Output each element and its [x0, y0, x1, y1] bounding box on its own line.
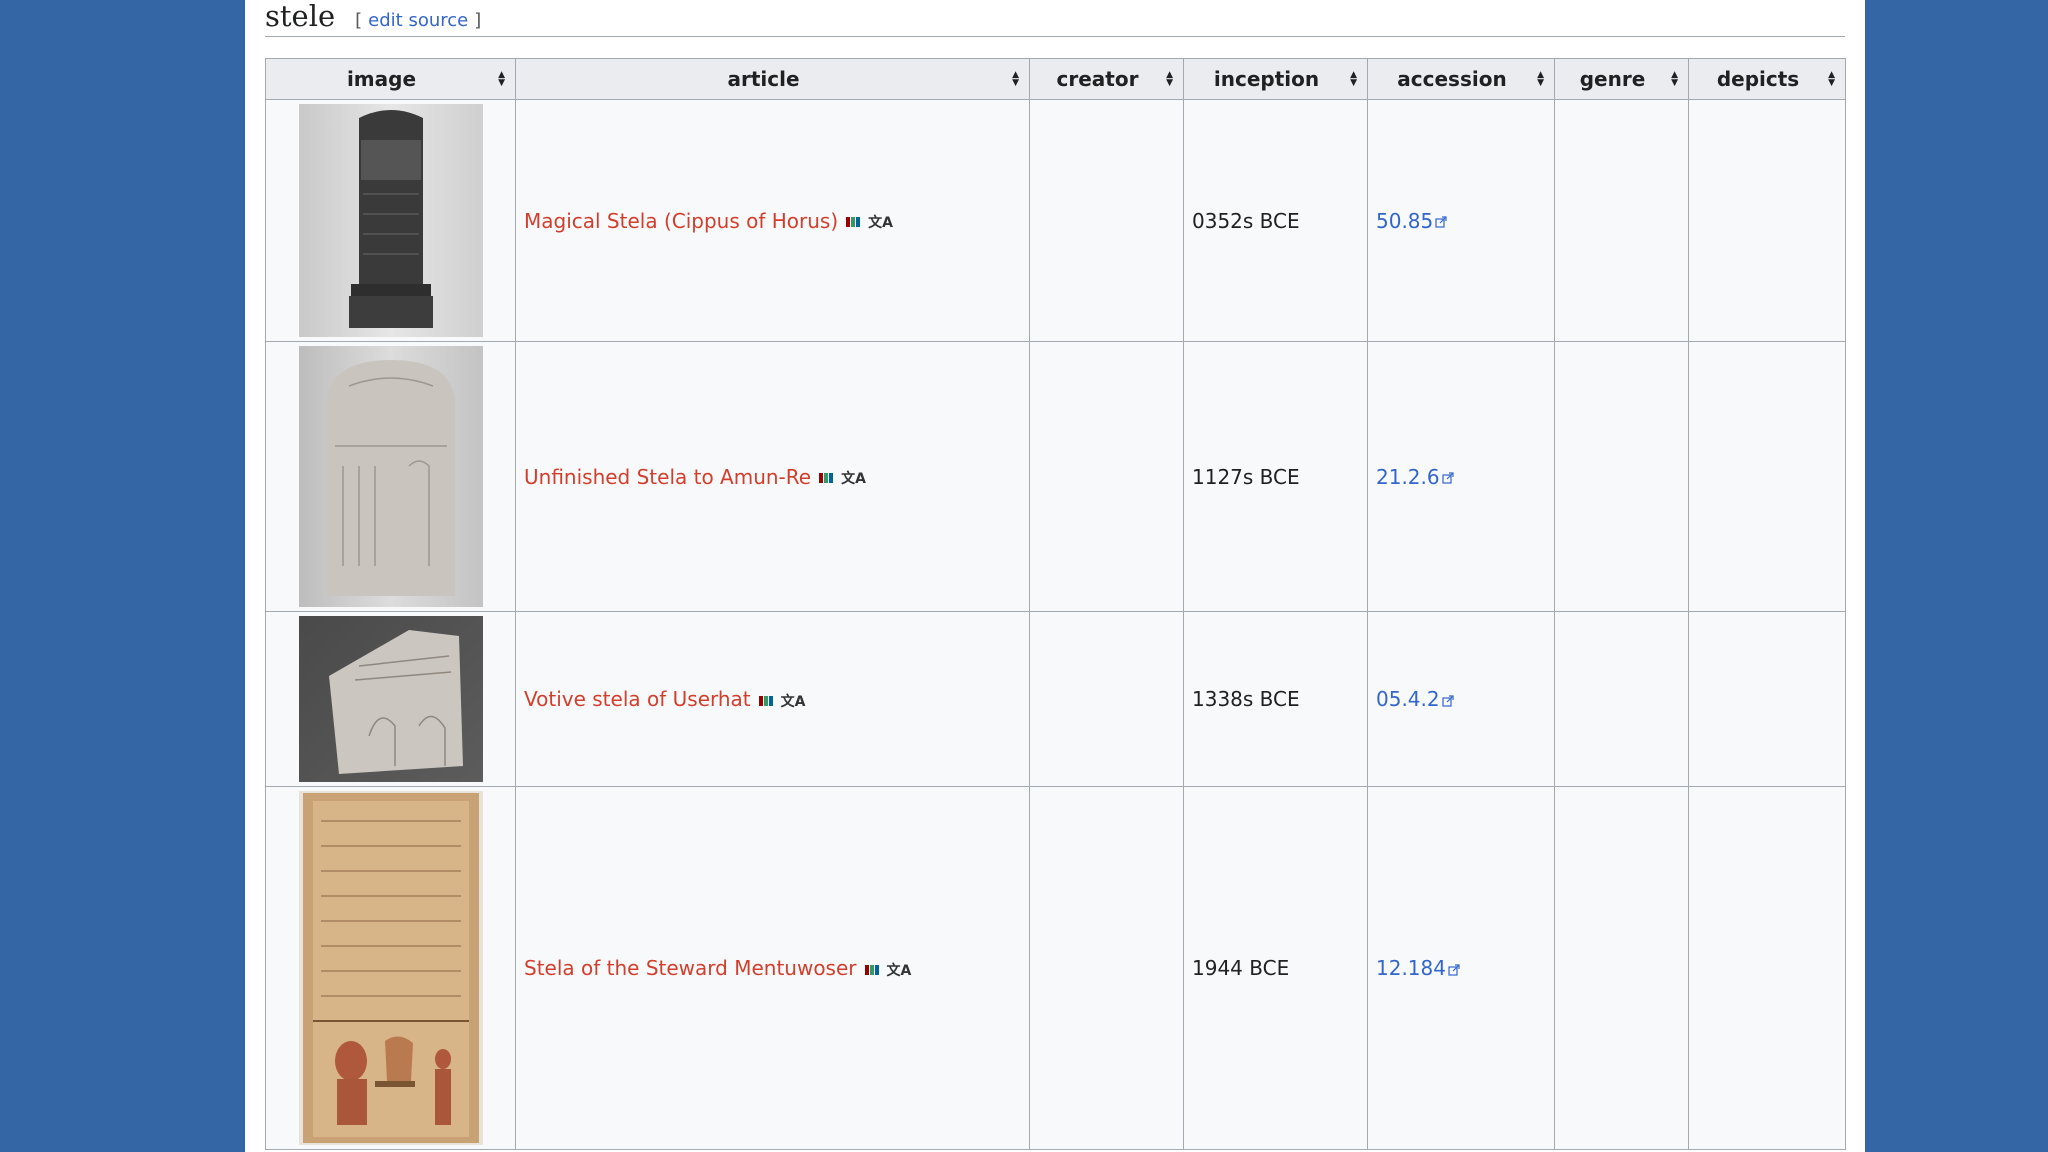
translate-icon[interactable]: 文A [841, 468, 866, 488]
depicts-cell [1688, 341, 1846, 612]
creator-cell [1029, 99, 1184, 342]
inception-cell: 1127s BCE [1183, 341, 1368, 612]
creator-cell [1029, 786, 1184, 1150]
genre-cell [1554, 786, 1689, 1150]
cippus-image-icon [348, 110, 433, 328]
accession-cell: 21.2.6 [1367, 341, 1555, 612]
creator-cell [1029, 611, 1184, 787]
article-link[interactable]: Votive stela of Userhat [524, 687, 751, 711]
accession-link[interactable]: 12.184 [1376, 956, 1446, 980]
translate-icon[interactable]: 文A [887, 960, 912, 980]
external-link-icon [1442, 694, 1454, 707]
genre-cell [1554, 341, 1689, 612]
artwork-thumbnail[interactable] [298, 791, 483, 1145]
stela-image-icon [326, 360, 455, 596]
column-header-genre[interactable]: genre ▲ ▼ [1554, 58, 1689, 100]
votive-stela-image-icon [328, 630, 463, 774]
column-header-accession[interactable]: accession ▲ ▼ [1367, 58, 1555, 100]
image-cell [265, 99, 516, 342]
article-cell: Magical Stela (Cippus of Horus) 文A [515, 99, 1030, 342]
image-cell [265, 786, 516, 1150]
column-header-inception[interactable]: inception ▲ ▼ [1183, 58, 1368, 100]
edit-source-wrapper: [edit source] [355, 10, 481, 31]
content: stele [edit source] image ▲ ▼ article ▲ ▼ cr… [265, 0, 1846, 1150]
article-cell: Votive stela of Userhat 文A [515, 611, 1030, 787]
accession-link[interactable]: 05.4.2 [1376, 687, 1440, 711]
inception-cell: 1944 BCE [1183, 786, 1368, 1150]
page: stele [edit source] image ▲ ▼ article ▲ ▼ cr… [245, 0, 1865, 1152]
article-link[interactable]: Magical Stela (Cippus of Horus) [524, 209, 838, 233]
sort-up-down-icon: ▲ ▼ [1166, 70, 1173, 88]
accession-link[interactable]: 50.85 [1376, 209, 1433, 233]
creator-cell [1029, 341, 1184, 612]
translate-icon[interactable]: 文A [781, 691, 806, 711]
column-label: genre [1579, 67, 1646, 91]
table-row: Unfinished Stela to Amun-Re 文A 1127s BCE … [265, 341, 1846, 612]
external-link-icon [1435, 216, 1447, 228]
wikidata-barcode-icon[interactable] [846, 217, 861, 227]
accession-link[interactable]: 21.2.6 [1376, 465, 1440, 489]
column-header-depicts[interactable]: depicts ▲ ▼ [1688, 58, 1846, 100]
edit-bracket-close: ] [474, 10, 482, 31]
wikidata-barcode-icon[interactable] [819, 473, 834, 483]
table-row: Votive stela of Userhat 文A 1338s BCE 05.4… [265, 611, 1846, 787]
edit-bracket-open: [ [355, 10, 363, 31]
external-link-icon [1448, 963, 1460, 976]
external-link-icon [1442, 472, 1454, 484]
section-heading: stele [edit source] [265, 0, 1845, 37]
column-label: depicts [1716, 67, 1800, 91]
sort-up-down-icon: ▲ ▼ [1012, 70, 1019, 88]
column-label: article [727, 67, 800, 91]
depicts-cell [1688, 786, 1846, 1150]
wikidata-barcode-icon[interactable] [864, 964, 879, 975]
column-label: image [346, 67, 417, 91]
column-label: accession [1397, 67, 1507, 91]
accession-cell: 50.85 [1367, 99, 1555, 342]
artwork-thumbnail[interactable] [298, 104, 483, 337]
table-row: Stela of the Steward Mentuwoser 文A 1944 B… [265, 786, 1846, 1150]
wikidata-barcode-icon[interactable] [758, 695, 773, 706]
translate-icon[interactable]: 文A [868, 212, 893, 232]
depicts-cell [1688, 99, 1846, 342]
sort-up-down-icon: ▲ ▼ [1671, 70, 1678, 88]
article-link[interactable]: Stela of the Steward Mentuwoser [524, 956, 857, 980]
genre-cell [1554, 99, 1689, 342]
artwork-thumbnail[interactable] [298, 616, 483, 782]
article-link[interactable]: Unfinished Stela to Amun-Re [524, 465, 811, 489]
inception-cell: 1338s BCE [1183, 611, 1368, 787]
column-header-creator[interactable]: creator ▲ ▼ [1029, 58, 1184, 100]
column-label: inception [1213, 67, 1320, 91]
table-row: Magical Stela (Cippus of Horus) 文A 0352s … [265, 99, 1846, 342]
column-label: creator [1056, 67, 1139, 91]
section-title: stele [265, 0, 336, 33]
article-cell: Stela of the Steward Mentuwoser 文A [515, 786, 1030, 1150]
column-header-article[interactable]: article ▲ ▼ [515, 58, 1030, 100]
image-cell [265, 341, 516, 612]
accession-cell: 12.184 [1367, 786, 1555, 1150]
sort-up-down-icon: ▲ ▼ [498, 70, 505, 88]
depicts-cell [1688, 611, 1846, 787]
genre-cell [1554, 611, 1689, 787]
artwork-thumbnail[interactable] [298, 346, 483, 607]
article-cell: Unfinished Stela to Amun-Re 文A [515, 341, 1030, 612]
inception-cell: 0352s BCE [1183, 99, 1368, 342]
edit-source-link[interactable]: edit source [368, 10, 468, 31]
sort-up-down-icon: ▲ ▼ [1828, 70, 1835, 88]
sort-up-down-icon: ▲ ▼ [1350, 70, 1357, 88]
artworks-table: image ▲ ▼ article ▲ ▼ creator ▲ ▼ inception ▲ ▼ … [265, 58, 1846, 1150]
table-header-row: image ▲ ▼ article ▲ ▼ creator ▲ ▼ inception ▲ ▼ … [265, 58, 1846, 100]
column-header-image[interactable]: image ▲ ▼ [265, 58, 516, 100]
image-cell [265, 611, 516, 787]
accession-cell: 05.4.2 [1367, 611, 1555, 787]
steward-stela-image-icon [302, 793, 479, 1143]
sort-up-down-icon: ▲ ▼ [1537, 70, 1544, 88]
